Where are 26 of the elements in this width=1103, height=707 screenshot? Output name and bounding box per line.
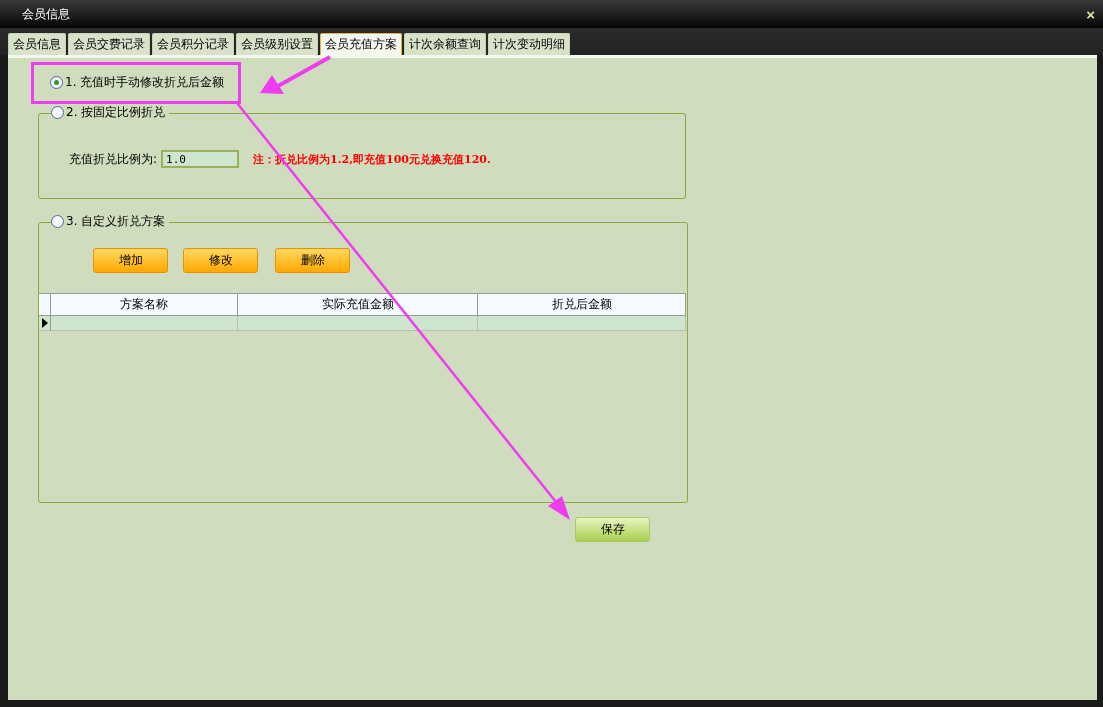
tab[interactable]: 会员信息 (8, 33, 66, 55)
column-header[interactable]: 方案名称 (51, 294, 238, 316)
radio-button[interactable] (51, 215, 64, 228)
tab[interactable]: 计次变动明细 (488, 33, 570, 55)
tab[interactable]: 计次余额查询 (404, 33, 486, 55)
tab[interactable]: 会员充值方案 (320, 33, 402, 55)
close-button[interactable]: × (1086, 5, 1095, 23)
action-button[interactable]: 修改 (183, 248, 258, 273)
radio-label[interactable]: 2. 按固定比例折兑 (66, 104, 166, 121)
ratio-field[interactable]: 1.0 (161, 150, 240, 168)
annotation-arrow (260, 55, 331, 94)
action-button[interactable]: 增加 (93, 248, 168, 273)
field-label: 充值折兑比例为: (69, 150, 158, 168)
action-button[interactable]: 删除 (275, 248, 350, 273)
column-header[interactable]: 折兑后金额 (478, 294, 686, 316)
tab[interactable]: 会员交费记录 (68, 33, 150, 55)
row-pointer-icon (41, 318, 48, 328)
radio-button[interactable] (50, 76, 63, 89)
save-button[interactable]: 保存 (575, 517, 650, 542)
column-header[interactable]: 实际充值金额 (238, 294, 478, 316)
tab[interactable]: 会员级别设置 (236, 33, 318, 55)
radio-button[interactable] (51, 106, 64, 119)
window-title: 会员信息 (22, 5, 70, 23)
radio-label[interactable]: 3. 自定义折兑方案 (66, 213, 166, 230)
radio-label[interactable]: 1. 充值时手动修改折兑后金额 (65, 74, 225, 91)
tab[interactable]: 会员积分记录 (152, 33, 234, 55)
